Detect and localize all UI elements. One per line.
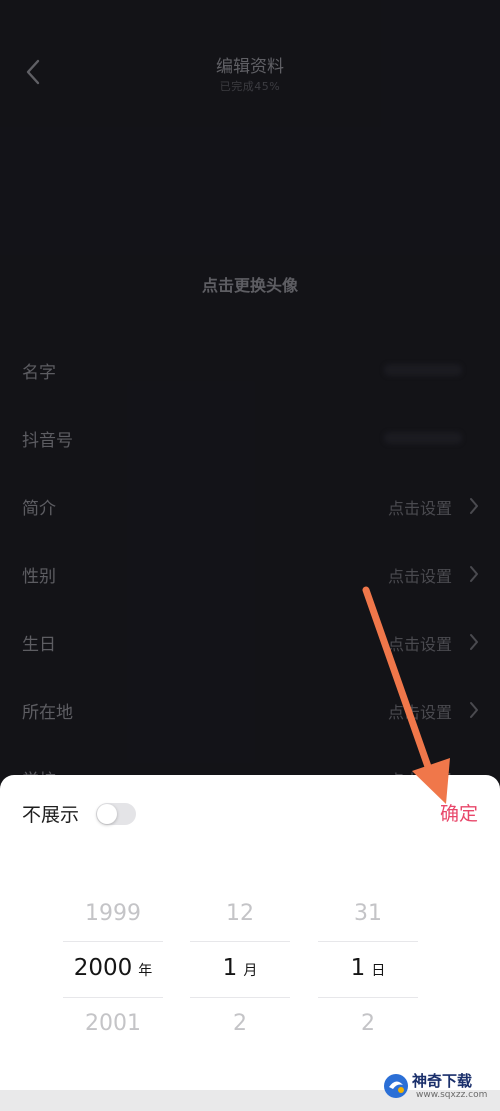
month-unit: 月 (243, 963, 258, 979)
chevron-right-icon (470, 702, 478, 718)
row-value: 点击设置 (387, 635, 452, 654)
year-picker[interactable]: 1999 2000 年 2001 (63, 893, 163, 1053)
change-avatar-link[interactable]: 点击更换头像 (0, 272, 500, 296)
picker-divider (190, 997, 290, 998)
row-value: 点击设置 (387, 499, 452, 518)
blurred-value (384, 364, 462, 376)
chevron-right-icon (470, 498, 478, 514)
picker-divider (63, 941, 163, 942)
completion-subtitle: 已完成45% (219, 80, 281, 93)
row-location[interactable]: 所在地 点击设置 (0, 688, 500, 732)
row-birthday[interactable]: 生日 点击设置 (0, 620, 500, 664)
row-label: 简介 (22, 499, 56, 519)
month-next: 2 (233, 1011, 247, 1036)
row-bio[interactable]: 简介 点击设置 (0, 484, 500, 528)
row-gender[interactable]: 性别 点击设置 (0, 552, 500, 596)
year-unit: 年 (138, 963, 153, 979)
day-current: 1 (350, 955, 366, 981)
day-selected: 1日 (318, 955, 418, 981)
row-label: 名字 (22, 363, 56, 383)
toggle-knob (97, 804, 117, 824)
row-name[interactable]: 名字 (0, 348, 500, 392)
year-prev: 1999 (85, 901, 141, 926)
picker-divider (318, 941, 418, 942)
month-current: 1 (222, 955, 238, 981)
page-title: 编辑资料 (216, 57, 284, 77)
day-unit: 日 (371, 963, 386, 979)
row-label: 性别 (22, 567, 56, 587)
hide-birthday-label: 不展示 (22, 804, 80, 826)
picker-divider (190, 941, 290, 942)
picker-divider (63, 997, 163, 998)
row-value: 点击设置 (387, 703, 452, 722)
picker-divider (318, 997, 418, 998)
month-selected: 1月 (190, 955, 290, 981)
day-next: 2 (361, 1011, 375, 1036)
watermark-logo-icon (384, 1074, 408, 1098)
watermark-name: 神奇下载 (412, 1072, 473, 1090)
month-picker[interactable]: 12 1月 2 (190, 893, 290, 1053)
site-watermark: 神奇下载 www.sqxzz.com (382, 1068, 494, 1106)
row-value: 点击设置 (387, 567, 452, 586)
year-selected: 2000 年 (63, 955, 163, 981)
year-next: 2001 (85, 1011, 141, 1036)
row-douyin-id[interactable]: 抖音号 (0, 416, 500, 460)
confirm-button[interactable]: 确定 (440, 799, 478, 826)
row-label: 所在地 (22, 703, 73, 723)
hide-birthday-toggle[interactable] (96, 803, 136, 825)
birthday-picker-sheet: 不展示 确定 1999 2000 年 2001 12 1月 2 31 1日 2 (0, 775, 500, 1090)
blurred-value (384, 432, 462, 444)
row-label: 生日 (22, 635, 56, 655)
row-label: 抖音号 (22, 431, 73, 451)
day-picker[interactable]: 31 1日 2 (318, 893, 418, 1053)
month-prev: 12 (226, 901, 254, 926)
edit-profile-screen: 编辑资料 已完成45% 点击更换头像 名字 抖音号 简介 点击设置 性别 点击设… (0, 0, 500, 1111)
chevron-right-icon (470, 566, 478, 582)
day-prev: 31 (354, 901, 382, 926)
watermark-url: www.sqxzz.com (416, 1090, 488, 1100)
chevron-right-icon (470, 634, 478, 650)
year-current: 2000 (73, 955, 133, 981)
